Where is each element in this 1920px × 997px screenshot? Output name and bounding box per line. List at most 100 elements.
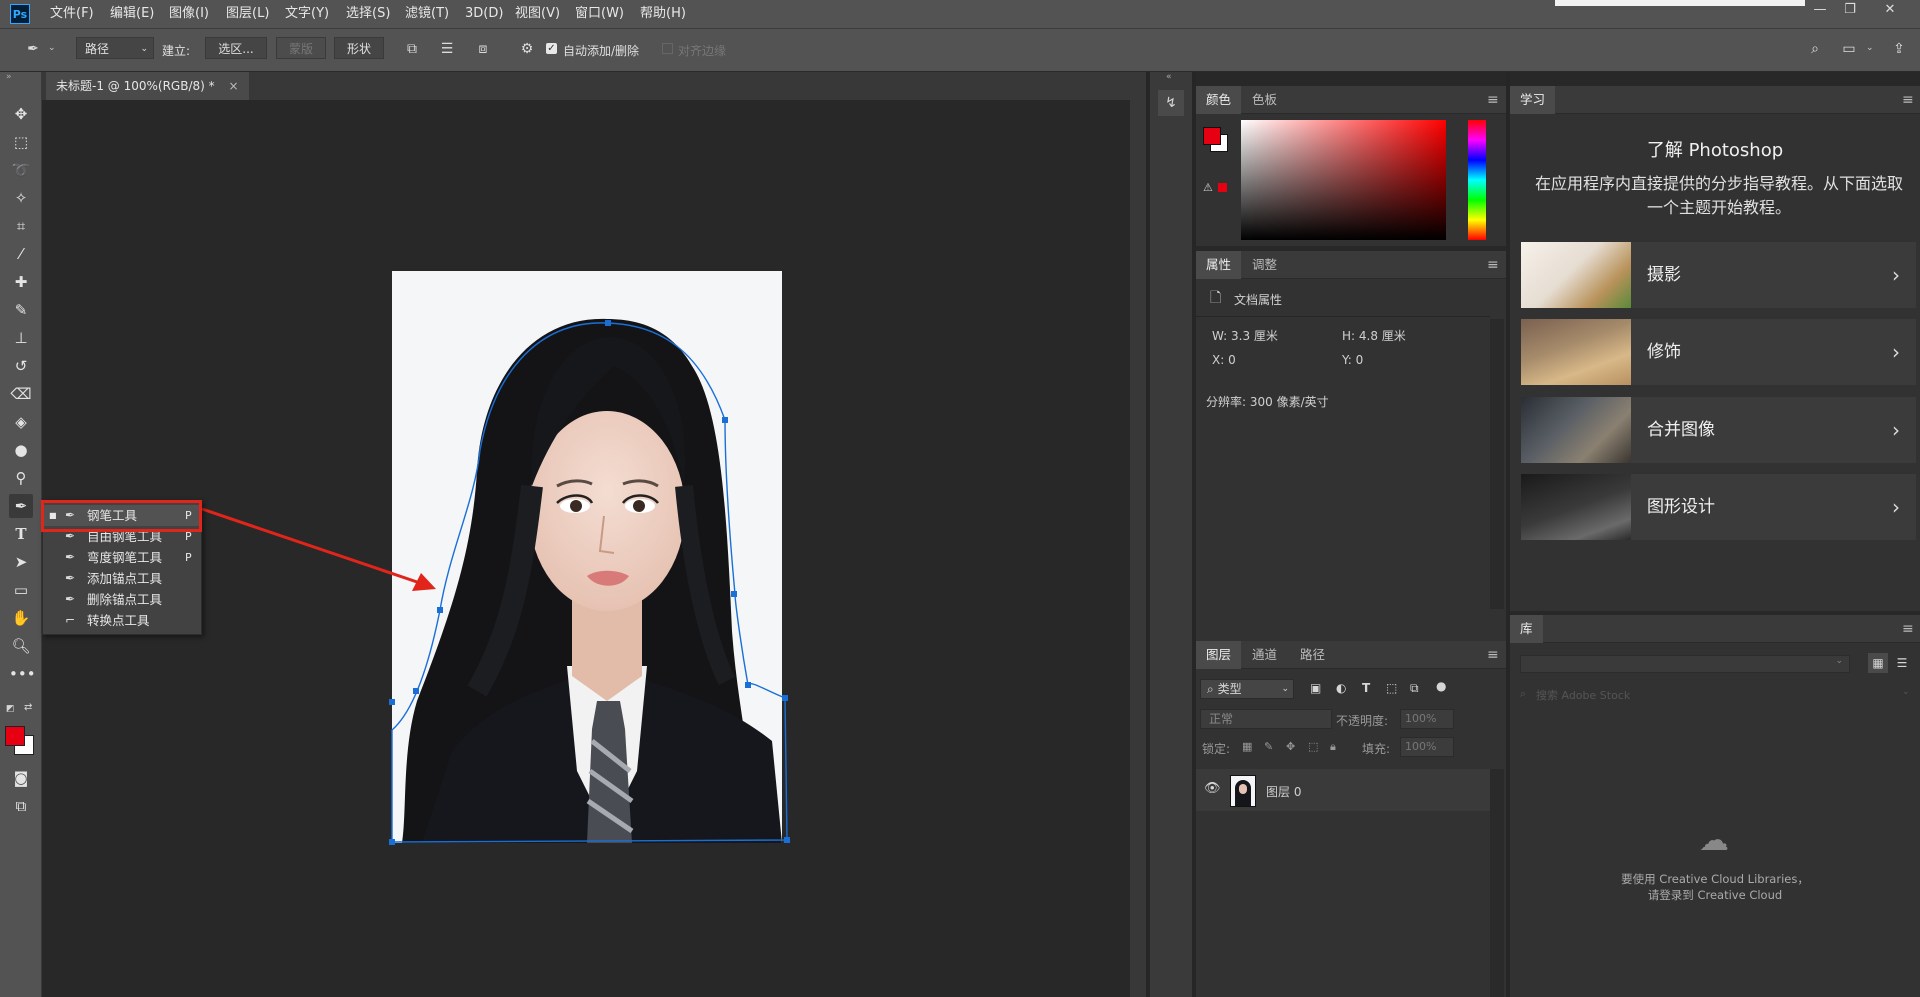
quick-mask-icon[interactable]: ◙ [9,766,33,790]
document-tab[interactable]: 未标题-1 @ 100%(RGB/8) * × [46,72,249,100]
layer-name[interactable]: 图层 0 [1266,783,1301,800]
restore-button[interactable]: ❐ [1835,0,1865,22]
chevron-down-icon[interactable]: ⌄ [1902,687,1910,697]
menu-select[interactable]: 选择(S) [346,0,390,28]
screen-mode-icon[interactable]: ⧉ [9,794,33,818]
lock-artboard-icon[interactable]: ⬚ [1308,740,1318,753]
pen-tool-icon[interactable]: ✒ [9,494,33,518]
learn-card-composite[interactable]: 合并图像 › [1521,397,1916,463]
menu-view[interactable]: 视图(V) [515,0,560,28]
menu-image[interactable]: 图像(I) [169,0,209,28]
panel-menu-icon[interactable]: ≡ [1902,621,1914,637]
tab-paths[interactable]: 路径 [1290,641,1335,669]
menu-window[interactable]: 窗口(W) [575,0,624,28]
hue-slider[interactable] [1468,120,1486,240]
menu-3d[interactable]: 3D(D) [465,0,503,28]
flyout-item-add-anchor-tool[interactable]: ✒ 添加锚点工具 [43,568,201,589]
fill-input[interactable]: 100% [1400,737,1454,757]
learn-card-photography[interactable]: 摄影 › [1521,242,1916,308]
visibility-eye-icon[interactable]: 👁︎ [1204,781,1221,796]
tab-libraries[interactable]: 库 [1510,615,1543,643]
learn-card-graphic-design[interactable]: 图形设计 › [1521,474,1916,540]
foreground-color-swatch[interactable] [5,726,25,746]
minimize-button[interactable]: — [1805,0,1835,22]
swap-colors-icon[interactable]: ⇄ [24,702,32,713]
close-button[interactable]: ✕ [1875,0,1905,22]
align-edges-checkbox[interactable] [662,43,673,54]
foreground-color-swatch[interactable] [1203,127,1221,145]
collapse-arrows-icon[interactable]: » [6,72,12,82]
tab-learn[interactable]: 学习 [1510,86,1556,114]
menu-filter[interactable]: 滤镜(T) [405,0,449,28]
crop-tool-icon[interactable]: ⌗ [9,214,33,238]
paint-bucket-tool-icon[interactable]: ◈ [9,410,33,434]
path-alignment-icon[interactable]: ☰ [438,40,456,58]
gear-icon[interactable]: ⚙ [518,40,536,58]
clone-stamp-tool-icon[interactable]: ⊥ [9,326,33,350]
library-select[interactable]: ⌄ [1520,655,1850,673]
eyedropper-tool-icon[interactable]: ⁄ [9,242,33,266]
tab-properties[interactable]: 属性 [1196,251,1242,279]
tab-layers[interactable]: 图层 [1196,641,1242,669]
dodge-tool-icon[interactable]: ⚲ [9,466,33,490]
menu-layer[interactable]: 图层(L) [226,0,269,28]
lasso-tool-icon[interactable]: ➰ [9,158,33,182]
panel-menu-icon[interactable]: ≡ [1487,647,1499,663]
menu-edit[interactable]: 编辑(E) [110,0,154,28]
flyout-item-delete-anchor-tool[interactable]: ✒ 删除锚点工具 [43,589,201,610]
close-tab-icon[interactable]: × [228,79,238,93]
filter-type-icon[interactable]: T [1362,681,1370,695]
hand-tool-icon[interactable]: ✋ [9,606,33,630]
grid-view-icon[interactable]: ▦ [1868,653,1888,673]
learn-card-retouch[interactable]: 修饰 › [1521,319,1916,385]
healing-brush-tool-icon[interactable]: ✚ [9,270,33,294]
path-operations-icon[interactable]: ⧉ [403,40,421,58]
tab-swatches[interactable]: 色板 [1242,86,1287,114]
tab-adjustments[interactable]: 调整 [1242,251,1287,279]
lock-transparency-icon[interactable]: ▦ [1242,740,1252,753]
filter-pixel-icon[interactable]: ▣ [1310,681,1321,695]
layers-scrollbar[interactable] [1490,769,1504,997]
color-picker-field[interactable] [1241,120,1446,240]
menu-help[interactable]: 帮助(H) [640,0,686,28]
filter-shape-icon[interactable]: ⬚ [1386,681,1397,695]
brush-tool-icon[interactable]: ✎ [9,298,33,322]
make-selection-button[interactable]: 选区... [205,37,267,59]
properties-scrollbar[interactable] [1490,319,1504,609]
auto-add-delete-checkbox[interactable]: ✓ [546,43,557,54]
collapse-arrows-icon[interactable]: « [1166,72,1172,82]
type-tool-icon[interactable]: T [9,522,33,546]
panel-menu-icon[interactable]: ≡ [1487,257,1499,273]
panel-menu-icon[interactable]: ≡ [1902,92,1914,108]
tab-color[interactable]: 颜色 [1196,86,1242,114]
path-selection-tool-icon[interactable]: ➤ [9,550,33,574]
more-tools-icon[interactable]: ••• [9,662,36,686]
rectangle-tool-icon[interactable]: ▭ [9,578,33,602]
lock-all-icon[interactable]: 🔒︎ [1330,740,1336,754]
gamut-swatch[interactable] [1218,183,1227,192]
filter-toggle-icon[interactable]: ● [1436,679,1446,693]
default-colors-icon[interactable]: ◩ [6,704,15,714]
history-brush-tool-icon[interactable]: ↺ [9,354,33,378]
list-view-icon[interactable]: ☰ [1892,653,1912,673]
eraser-tool-icon[interactable]: ⌫ [9,382,33,406]
menu-type[interactable]: 文字(Y) [285,0,329,28]
path-arrangement-icon[interactable]: ⧈ [474,40,492,58]
tab-channels[interactable]: 通道 [1242,641,1287,669]
workspace-icon[interactable]: ▭ [1840,40,1858,58]
share-icon[interactable]: ⇪ [1890,40,1908,58]
panel-menu-icon[interactable]: ≡ [1487,92,1499,108]
layer-filter-select[interactable]: ⌕ 类型 ⌄ [1200,679,1294,699]
flyout-item-curvature-pen-tool[interactable]: ✒ 弯度钢笔工具 P [43,547,201,568]
make-shape-button[interactable]: 形状 [334,37,384,59]
zoom-tool-icon[interactable]: 🔍︎ [9,634,33,658]
search-icon[interactable]: ⌕ [1806,40,1824,58]
opacity-input[interactable]: 100% [1400,709,1454,729]
filter-smart-object-icon[interactable]: ⧉ [1410,681,1419,696]
preset-chevron-down-icon[interactable]: ⌄ [48,43,56,53]
flyout-item-convert-point-tool[interactable]: ⌐ 转换点工具 [43,610,201,631]
menu-file[interactable]: 文件(F) [50,0,94,28]
vertical-scrollbar[interactable] [1130,100,1146,997]
lock-image-icon[interactable]: ✎ [1264,740,1273,753]
tool-mode-select[interactable]: 路径 ⌄ [76,37,154,59]
